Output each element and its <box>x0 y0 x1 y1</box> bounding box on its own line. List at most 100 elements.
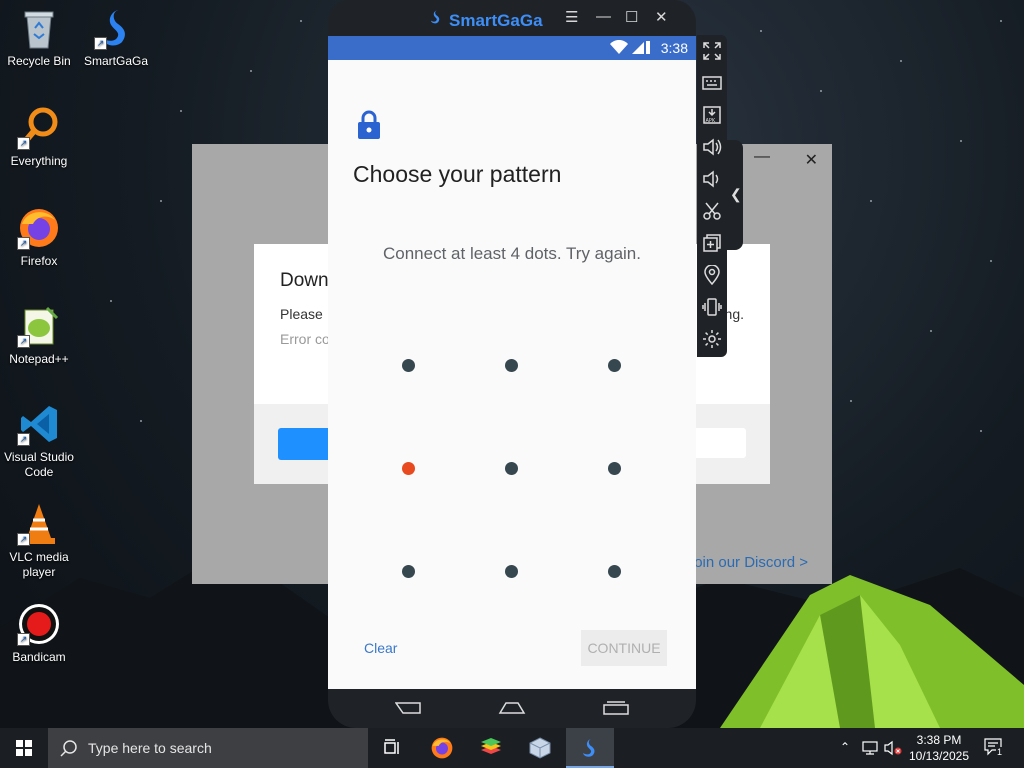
shortcut-arrow-icon: ↗ <box>17 633 30 646</box>
desktop-icon-bandicam[interactable]: ↗ Bandicam <box>1 602 77 665</box>
volume-down-icon[interactable] <box>702 169 722 189</box>
error-code-text: Error co <box>280 331 330 347</box>
desktop-icon-label: Bandicam <box>12 650 66 664</box>
desktop-icon-label: Firefox <box>20 254 58 268</box>
bluestacks-icon <box>481 738 501 754</box>
apk-install-icon[interactable]: APK <box>702 105 722 125</box>
notification-center-button[interactable]: 1 <box>984 738 1006 758</box>
smartgaga-swan-icon <box>583 739 595 757</box>
emulator-side-toolbar: APK <box>697 35 727 357</box>
location-icon[interactable] <box>702 265 722 285</box>
continue-button[interactable]: CONTINUE <box>581 630 667 666</box>
show-hidden-icons-chevron-up-icon[interactable]: ⌃ <box>840 740 850 754</box>
cube-app-icon <box>529 737 551 759</box>
page-title: Choose your pattern <box>353 161 562 187</box>
desktop-icon-smartgaga[interactable]: ↗ SmartGaGa <box>78 6 154 69</box>
dialog-message-end: ng. <box>724 306 744 322</box>
shortcut-arrow-icon: ↗ <box>17 533 30 546</box>
taskbar-clock[interactable]: 3:38 PM 10/13/2025 <box>906 732 972 764</box>
dialog-message: Please <box>280 306 323 322</box>
desktop-icon-notepadpp[interactable]: ↗ Notepad++ <box>1 304 77 367</box>
taskbar-bluestacks[interactable] <box>467 728 515 768</box>
volume-up-icon[interactable] <box>702 137 722 157</box>
shortcut-arrow-icon: ↗ <box>94 37 107 50</box>
close-icon[interactable]: ✕ <box>655 8 668 26</box>
smartgaga-emulator-window[interactable]: SmartGaGa ☰ — ☐ ✕ 3:38 Choose your patte… <box>328 0 696 728</box>
desktop-icon-label: Recycle Bin <box>7 54 71 68</box>
multi-instance-icon[interactable] <box>702 233 722 253</box>
settings-gear-icon[interactable] <box>702 329 722 349</box>
clear-button[interactable]: Clear <box>364 640 397 656</box>
desktop-icon-label: Everything <box>10 154 68 168</box>
toolbar-collapse-tab[interactable]: ❮ <box>727 140 743 250</box>
desktop-icon-everything[interactable]: ↗ Everything <box>1 106 77 169</box>
desktop-icon-label: Notepad++ <box>9 352 69 366</box>
pattern-dot[interactable] <box>505 462 518 475</box>
close-button[interactable]: ✕ <box>805 150 818 170</box>
vscode-icon: ↗ <box>17 402 61 446</box>
windows-logo-icon <box>16 740 32 756</box>
emulator-titlebar[interactable]: SmartGaGa ☰ — ☐ ✕ <box>328 0 696 36</box>
start-button[interactable] <box>0 728 48 768</box>
minimize-icon[interactable]: — <box>596 8 611 25</box>
notification-count: 1 <box>996 747 1004 757</box>
home-icon[interactable] <box>498 701 526 715</box>
android-screen[interactable]: Choose your pattern Connect at least 4 d… <box>328 60 696 689</box>
shortcut-arrow-icon: ↗ <box>17 335 30 348</box>
desktop-icon-vlc[interactable]: ↗ VLC media player <box>1 502 77 580</box>
pattern-dot[interactable] <box>505 359 518 372</box>
taskbar-smartgaga[interactable] <box>566 728 614 768</box>
pattern-dot-selected[interactable] <box>402 462 415 475</box>
taskbar-search-box[interactable]: Type here to search <box>48 728 368 768</box>
desktop-icon-recycle-bin[interactable]: Recycle Bin <box>1 6 77 69</box>
desktop-icon-vscode[interactable]: ↗ Visual Studio Code <box>1 402 77 480</box>
discord-link[interactable]: Join our Discord > <box>687 554 808 571</box>
pattern-dot[interactable] <box>608 462 621 475</box>
smartgaga-swan-icon <box>428 8 444 31</box>
dialog-title: Down <box>280 270 329 291</box>
bandicam-record-icon: ↗ <box>17 602 61 646</box>
pattern-dot[interactable] <box>505 565 518 578</box>
search-placeholder: Type here to search <box>88 740 212 756</box>
menu-hamburger-icon[interactable]: ☰ <box>565 8 578 26</box>
desktop-icon-firefox[interactable]: ↗ Firefox <box>1 206 77 269</box>
shortcut-arrow-icon: ↗ <box>17 237 30 250</box>
emulator-logo: SmartGaGa <box>428 8 543 31</box>
status-time: 3:38 <box>660 40 688 56</box>
clock-date: 10/13/2025 <box>908 749 970 763</box>
pattern-dot[interactable] <box>608 565 621 578</box>
minimize-button[interactable]: — <box>754 148 770 166</box>
desktop-icon-label: VLC media player <box>9 550 69 579</box>
clock-time: 3:38 PM <box>916 733 962 747</box>
shortcut-arrow-icon: ↗ <box>17 433 30 446</box>
back-icon[interactable] <box>395 701 421 715</box>
android-nav-bar <box>328 689 696 728</box>
firefox-icon: ↗ <box>17 206 61 250</box>
chevron-left-icon: ❮ <box>730 186 742 202</box>
taskbar-virtualbox[interactable] <box>516 728 564 768</box>
taskbar-firefox[interactable] <box>418 728 466 768</box>
pattern-dot[interactable] <box>402 565 415 578</box>
emulator-app-name: SmartGaGa <box>449 11 543 30</box>
desktop-icon-label: SmartGaGa <box>83 54 149 68</box>
scissors-icon[interactable] <box>702 201 722 221</box>
task-view-button[interactable] <box>368 728 416 768</box>
volume-muted-icon[interactable] <box>884 740 902 756</box>
maximize-icon[interactable]: ☐ <box>625 8 638 26</box>
status-icons <box>610 39 650 57</box>
recents-icon[interactable] <box>602 701 630 715</box>
firefox-icon <box>431 737 453 759</box>
task-view-icon <box>384 739 399 754</box>
network-icon[interactable] <box>862 741 878 755</box>
recycle-bin-icon <box>17 6 61 50</box>
pattern-dot[interactable] <box>402 359 415 372</box>
fullscreen-icon[interactable] <box>702 41 722 61</box>
everything-magnifier-icon: ↗ <box>17 106 61 150</box>
vlc-cone-icon: ↗ <box>17 502 61 546</box>
tent-image <box>720 575 1024 728</box>
shake-icon[interactable] <box>702 297 722 317</box>
android-status-bar: 3:38 <box>328 36 696 60</box>
pattern-dot[interactable] <box>608 359 621 372</box>
keyboard-icon[interactable] <box>702 73 722 93</box>
windows-taskbar: Type here to search ⌃ 3:38 PM 10/13/2025… <box>0 728 1024 768</box>
